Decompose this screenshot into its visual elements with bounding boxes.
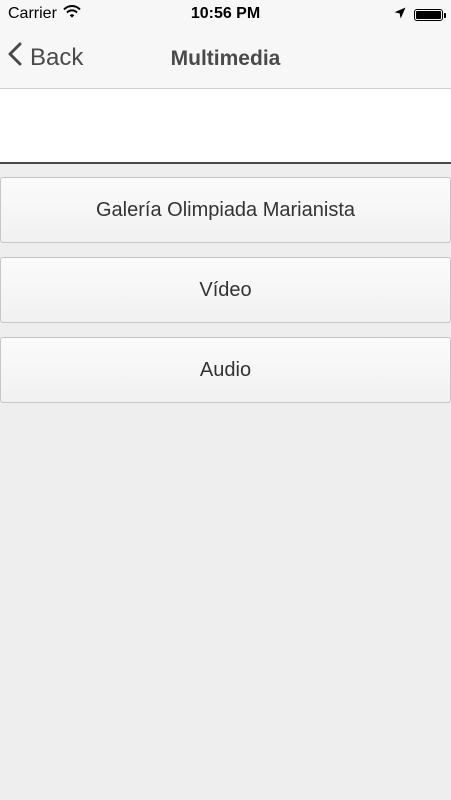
video-button[interactable]: Vídeo [0,257,451,323]
header-panel [0,89,451,164]
navigation-bar: Back Multimedia [0,30,451,89]
audio-button[interactable]: Audio [0,337,451,403]
battery-icon [414,9,446,21]
gallery-button[interactable]: Galería Olimpiada Marianista [0,177,451,243]
status-time: 10:56 PM [190,5,261,22]
page-title: Multimedia [170,47,281,70]
menu-list: Galería Olimpiada Marianista Vídeo Audio [0,177,451,417]
app-screen: Carrier 10:56 PM Back Multimedia Galería… [0,0,451,800]
status-right-group [394,6,446,24]
status-bar: Carrier 10:56 PM [0,0,451,30]
location-arrow-icon [394,6,406,24]
battery-fill [416,11,441,19]
